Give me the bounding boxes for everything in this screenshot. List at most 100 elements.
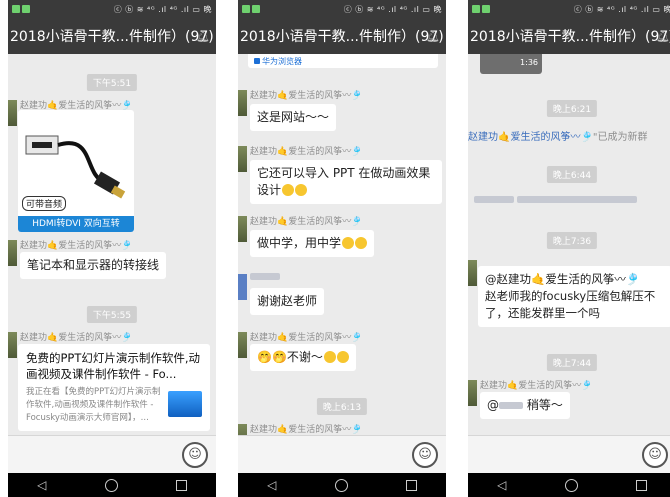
bell-icon[interactable]: 🔔︎	[656, 30, 670, 43]
emoji-icon[interactable]: ☺	[182, 442, 208, 468]
chat-title[interactable]: 2018小语骨干教...件制作）(97)	[8, 26, 214, 46]
status-bar: ⓒ ⓑ ≋ ⁴ᴳ .ıl ⁴ᴳ .ıl ▭ 晚	[238, 0, 446, 18]
timestamp: 晚上7:36	[546, 232, 598, 249]
message-bubble[interactable]: 🤭🤭不谢～	[250, 344, 356, 371]
input-bar[interactable]: ☺	[8, 435, 216, 473]
screenshot-collage: ⓒ ⓑ ≋ ⁴ᴳ .ıl ⁴ᴳ .ıl ▭ 晚 2018小语骨干教...件制作）…	[0, 0, 670, 497]
system-notice: 赵建功🤙爱生活的风筝〰🎐"已成为新群	[468, 128, 648, 143]
sender-name: 赵建功🤙爱生活的风筝〰🎐	[20, 333, 133, 343]
status-bar: ⓒ ⓑ ≋ ⁴ᴳ .ıl ⁴ᴳ .ıl ▭ 晚	[468, 0, 670, 18]
video-message[interactable]: 1:36	[480, 54, 542, 74]
smile-emoji-icon	[342, 237, 355, 249]
avatar[interactable]	[468, 380, 477, 406]
input-bar[interactable]: ☺	[238, 435, 446, 473]
sender-name	[250, 272, 280, 282]
message-bubble[interactable]: 谢谢赵老师	[250, 288, 325, 315]
phone-screen-2: ⓒ ⓑ ≋ ⁴ᴳ .ıl ⁴ᴳ .ıl ▭ 晚 2018小语骨干教...件制作）…	[238, 0, 446, 497]
nav-bar: ◁	[238, 473, 446, 497]
notification-icons	[242, 5, 270, 13]
chat-title[interactable]: 2018小语骨干教...件制作）(97)	[238, 26, 444, 46]
recent-apps-icon[interactable]	[635, 479, 647, 491]
message-text: 🤭🤭不谢～	[257, 350, 323, 364]
avatar[interactable]	[238, 216, 247, 242]
input-bar[interactable]: ☺	[468, 435, 670, 473]
sender-name: 赵建功🤙爱生活的风筝〰🎐	[250, 217, 363, 227]
link-description: 我正在看【免费的PPT幻灯片演示制作软件,动画视频及课件制作软件 - Focus…	[26, 387, 161, 423]
home-icon[interactable]	[104, 478, 118, 492]
emoji-icon[interactable]: ☺	[642, 442, 668, 468]
avatar[interactable]	[238, 90, 247, 116]
avatar[interactable]	[238, 424, 247, 435]
nav-bar: ◁	[468, 473, 670, 497]
timestamp: 晚上6:13	[316, 398, 368, 415]
timestamp: 晚上6:44	[546, 166, 598, 183]
message-text: 稍等～	[526, 398, 563, 412]
system-notice-text: "已成为新群	[592, 132, 648, 143]
chat-messages[interactable]: 下午5:51 赵建功🤙爱生活的风筝〰🎐 可带音频 HDMI转DVI 双向互转 赵…	[8, 54, 216, 435]
blurred-notice	[474, 194, 638, 205]
message-text: 赵老师我的focusky压缩包解压不了，还能发群里一个吗	[485, 289, 656, 320]
notification-icons	[12, 5, 40, 13]
chat-title[interactable]: 2018小语骨干教...件制作）(97)	[468, 26, 670, 46]
back-icon[interactable]: ◁	[37, 478, 46, 492]
image-caption: HDMI转DVI 双向互转	[18, 216, 134, 232]
avatar[interactable]	[8, 332, 17, 358]
avatar[interactable]	[8, 240, 17, 266]
message-text: 做中学，用中学	[257, 236, 342, 250]
message-bubble[interactable]: @赵建功🤙爱生活的风筝〰🎐 赵老师我的focusky压缩包解压不了，还能发群里一…	[478, 266, 670, 327]
video-duration: 1:36	[520, 58, 538, 67]
timestamp: 下午5:51	[86, 74, 138, 91]
sender-name: 赵建功🤙爱生活的风筝〰🎐	[250, 91, 363, 101]
link-title: 免费的PPT幻灯片演示制作软件,动画视频及课件制作软件 - Fo...	[26, 351, 201, 381]
home-icon[interactable]	[564, 478, 578, 492]
laugh-emoji-icon	[336, 351, 349, 363]
smile-emoji-icon	[295, 184, 308, 196]
phone-screen-1: ⓒ ⓑ ≋ ⁴ᴳ .ıl ⁴ᴳ .ıl ▭ 晚 2018小语骨干教...件制作）…	[8, 0, 216, 497]
notification-icons	[472, 5, 500, 13]
recent-apps-icon[interactable]	[405, 479, 417, 491]
emoji-icon[interactable]: ☺	[412, 442, 438, 468]
system-notice-name[interactable]: 赵建功🤙爱生活的风筝〰🎐	[468, 132, 593, 143]
browser-icon	[254, 58, 260, 64]
bell-icon[interactable]: 🔔︎	[196, 30, 210, 43]
bell-icon[interactable]: 🔔︎	[426, 30, 440, 43]
timestamp: 晚上6:21	[546, 100, 598, 117]
sender-name: 赵建功🤙爱生活的风筝〰🎐	[20, 241, 133, 251]
avatar[interactable]	[468, 260, 477, 286]
link-card[interactable]: 免费的PPT幻灯片演示制作软件,动画视频及课件制作软件 - Fo... 我正在看…	[18, 344, 210, 431]
message-bubble[interactable]: 笔记本和显示器的转接线	[20, 252, 167, 279]
status-bar: ⓒ ⓑ ≋ ⁴ᴳ .ıl ⁴ᴳ .ıl ▭ 晚	[8, 0, 216, 18]
chat-messages[interactable]: 1:36 晚上6:21 赵建功🤙爱生活的风筝〰🎐"已成为新群 晚上6:44 晚上…	[468, 54, 670, 435]
status-icons: ⓒ ⓑ ≋ ⁴ᴳ .ıl ⁴ᴳ .ıl ▭ 晚	[343, 4, 442, 14]
avatar[interactable]	[238, 332, 247, 358]
message-bubble[interactable]: 它还可以导入 PPT 在做动画效果设计	[250, 160, 442, 204]
recent-apps-icon[interactable]	[175, 479, 187, 491]
sender-name: 赵建功🤙爱生活的风筝〰🎐	[250, 333, 363, 343]
back-icon[interactable]: ◁	[267, 478, 276, 492]
message-bubble[interactable]: @ 稍等～	[480, 392, 570, 419]
nav-bar: ◁	[8, 473, 216, 497]
chat-title-bar: 2018小语骨干教...件制作）(97) 🔔︎	[238, 18, 446, 54]
avatar[interactable]	[8, 100, 17, 126]
message-bubble[interactable]: 做中学，用中学	[250, 230, 375, 257]
sender-name: 赵建功🤙爱生活的风筝〰🎐	[250, 147, 363, 157]
phone-screen-3: ⓒ ⓑ ≋ ⁴ᴳ .ıl ⁴ᴳ .ıl ▭ 晚 2018小语骨干教...件制作）…	[468, 0, 670, 497]
laugh-emoji-icon	[323, 351, 336, 363]
timestamp: 下午5:55	[86, 306, 138, 323]
link-thumbnail	[168, 391, 202, 417]
browser-source[interactable]: 华为浏览器	[248, 54, 438, 68]
avatar[interactable]	[238, 146, 247, 172]
status-icons: ⓒ ⓑ ≋ ⁴ᴳ .ıl ⁴ᴳ .ıl ▭ 晚	[573, 4, 670, 14]
smile-emoji-icon	[282, 184, 295, 196]
back-icon[interactable]: ◁	[497, 478, 506, 492]
avatar[interactable]	[238, 274, 247, 300]
status-icons: ⓒ ⓑ ≋ ⁴ᴳ .ıl ⁴ᴳ .ıl ▭ 晚	[113, 4, 212, 14]
sender-name: 赵建功🤙爱生活的风筝〰🎐	[250, 425, 363, 435]
chat-title-bar: 2018小语骨干教...件制作）(97) 🔔︎	[8, 18, 216, 54]
timestamp: 晚上7:44	[546, 354, 598, 371]
home-icon[interactable]	[334, 478, 348, 492]
message-bubble[interactable]: 这是网站～～	[250, 104, 337, 131]
image-message[interactable]: 可带音频 HDMI转DVI 双向互转	[18, 110, 134, 232]
chat-messages[interactable]: 华为浏览器 赵建功🤙爱生活的风筝〰🎐 这是网站～～ 赵建功🤙爱生活的风筝〰🎐 它…	[238, 54, 446, 435]
smile-emoji-icon	[355, 237, 368, 249]
